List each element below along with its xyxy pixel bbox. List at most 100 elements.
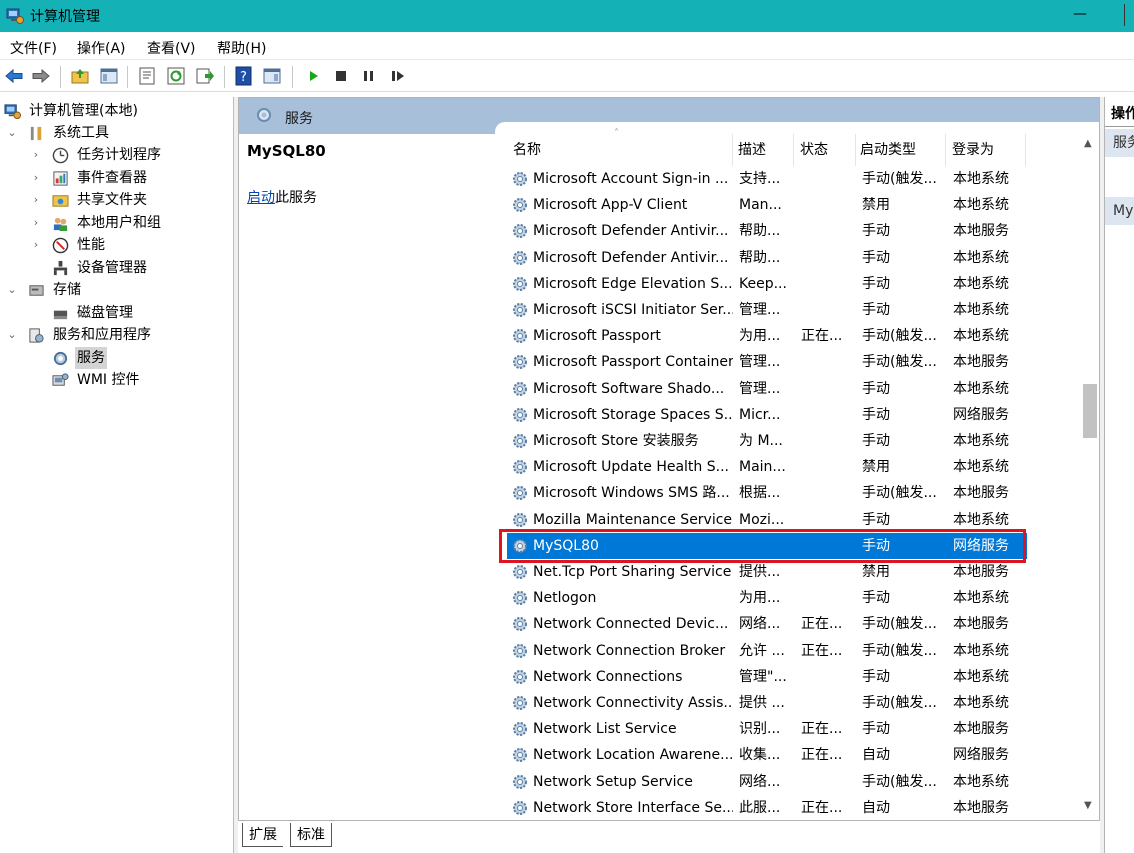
service-name: Network Connections bbox=[533, 668, 683, 685]
service-row[interactable]: Microsoft Windows SMS 路... 根据... 手动(触发... 本… bbox=[507, 480, 1027, 506]
service-row[interactable]: Microsoft Passport 为用... 正在... 手动(触发... 本地系统 bbox=[507, 323, 1027, 349]
scroll-up-icon[interactable]: ▲ bbox=[1084, 138, 1092, 149]
service-row[interactable]: Microsoft Update Health S... Main... 禁用 本地系… bbox=[507, 454, 1027, 480]
service-logon: 本地服务 bbox=[953, 616, 1009, 633]
chevron-down-icon[interactable]: ⌄ bbox=[6, 122, 18, 144]
service-row[interactable]: Mozilla Maintenance Service Mozi... 手动 本地系统 bbox=[507, 507, 1027, 533]
disk-icon bbox=[52, 305, 69, 322]
panel-title: 服务 bbox=[285, 111, 313, 127]
service-row[interactable]: Network Location Awarene... 收集... 正在... 自动 网… bbox=[507, 742, 1027, 768]
service-gear-icon bbox=[511, 170, 529, 188]
service-row[interactable]: Microsoft Store 安装服务 为 M... 手动 本地系统 bbox=[507, 428, 1027, 454]
menu-action[interactable]: 操作(A) bbox=[77, 38, 126, 58]
wmi-icon bbox=[52, 372, 69, 389]
menu-view[interactable]: 查看(V) bbox=[147, 38, 196, 58]
service-row[interactable]: Microsoft Defender Antivir... 帮助... 手动 本地系统 bbox=[507, 245, 1027, 271]
tab-standard[interactable]: 标准 bbox=[290, 823, 332, 847]
service-logon: 本地系统 bbox=[953, 171, 1009, 187]
storage-icon bbox=[28, 282, 45, 299]
view-tabs: 扩展 标准 bbox=[238, 821, 1100, 853]
service-startup-type: 手动 bbox=[862, 433, 890, 449]
scroll-thumb[interactable] bbox=[1083, 384, 1097, 438]
column-header-logon[interactable]: 登录为 bbox=[948, 134, 1026, 166]
performance-icon bbox=[52, 237, 69, 254]
service-row[interactable]: Net.Tcp Port Sharing Service 提供... 禁用 本地服务 bbox=[507, 559, 1027, 585]
chevron-down-icon[interactable]: ⌄ bbox=[6, 324, 18, 346]
show-hide-action-pane-icon[interactable] bbox=[262, 66, 282, 86]
column-header-status[interactable]: 状态 bbox=[796, 134, 856, 166]
service-row[interactable]: Microsoft Edge Elevation S... Keep... 手动 本地… bbox=[507, 271, 1027, 297]
service-description: 收集... bbox=[739, 747, 781, 764]
service-row[interactable]: Microsoft Defender Antivir... 帮助... 手动 本地服务 bbox=[507, 218, 1027, 244]
service-name: Microsoft Store 安装服务 bbox=[533, 433, 699, 449]
service-row[interactable]: Network Setup Service 网络... 手动(触发... 本地系统 bbox=[507, 769, 1027, 795]
maximize-button[interactable] bbox=[1124, 4, 1134, 26]
service-logon: 网络服务 bbox=[953, 537, 1009, 554]
service-gear-icon bbox=[511, 642, 529, 660]
chevron-right-icon[interactable]: › bbox=[30, 234, 42, 256]
service-row[interactable]: Microsoft App-V Client Man... 禁用 本地系统 bbox=[507, 192, 1027, 218]
service-row[interactable]: Microsoft Software Shado... 管理... 手动 本地系统 bbox=[507, 376, 1027, 402]
service-name: Network Connection Broker bbox=[533, 642, 726, 659]
help-icon[interactable]: ? bbox=[234, 66, 254, 86]
start-service-link[interactable]: 启动 bbox=[247, 190, 275, 206]
service-row[interactable]: Network List Service 识别... 正在... 手动 本地服务 bbox=[507, 716, 1027, 742]
tree-label: WMI 控件 bbox=[77, 372, 140, 388]
service-row[interactable]: Network Connections 管理"... 手动 本地系统 bbox=[507, 664, 1027, 690]
chevron-right-icon[interactable]: › bbox=[30, 167, 42, 189]
scroll-down-icon[interactable]: ▼ bbox=[1084, 800, 1092, 811]
service-name: Microsoft iSCSI Initiator Ser... bbox=[533, 302, 733, 318]
refresh-icon[interactable] bbox=[166, 66, 186, 86]
chevron-right-icon[interactable]: › bbox=[30, 144, 42, 166]
start-service-icon[interactable] bbox=[304, 66, 324, 86]
tab-extended[interactable]: 扩展 bbox=[242, 823, 283, 847]
service-description: 提供... bbox=[739, 564, 781, 580]
service-row[interactable]: Microsoft Account Sign-in ... 支持... 手动(触发.… bbox=[507, 166, 1027, 192]
column-header-startup-type[interactable]: 启动类型 bbox=[856, 134, 946, 166]
column-header-description[interactable]: 描述 bbox=[734, 134, 794, 166]
service-gear-icon bbox=[511, 615, 529, 633]
service-row[interactable]: Network Store Interface Se... 此服... 正在... 自… bbox=[507, 795, 1027, 820]
start-service-suffix: 此服务 bbox=[275, 190, 317, 206]
show-hide-tree-icon[interactable] bbox=[99, 66, 119, 86]
service-row[interactable]: Network Connected Devic... 网络... 正在... 手动(触… bbox=[507, 611, 1027, 637]
service-logon: 本地系统 bbox=[953, 459, 1009, 476]
restart-service-icon[interactable] bbox=[388, 66, 408, 86]
chevron-right-icon[interactable]: › bbox=[30, 189, 42, 211]
chevron-down-icon[interactable]: ⌄ bbox=[6, 279, 18, 301]
service-row[interactable]: Microsoft iSCSI Initiator Ser... 管理... 手动 本… bbox=[507, 297, 1027, 323]
users-icon bbox=[52, 215, 69, 232]
service-description: 管理... bbox=[739, 302, 781, 318]
service-name: Mozilla Maintenance Service bbox=[533, 511, 733, 528]
tree-label: 共享文件夹 bbox=[77, 192, 147, 208]
service-logon: 本地系统 bbox=[953, 197, 1009, 214]
tree-label: 服务 bbox=[75, 347, 107, 369]
service-row[interactable]: Network Connection Broker 允许 ... 正在... 手动(触… bbox=[507, 638, 1027, 664]
service-gear-icon bbox=[511, 222, 529, 240]
service-row[interactable]: MySQL80 手动 网络服务 bbox=[507, 532, 1027, 559]
forward-arrow-icon[interactable] bbox=[31, 66, 51, 86]
stop-service-icon[interactable] bbox=[331, 66, 351, 86]
back-arrow-icon[interactable] bbox=[4, 66, 24, 86]
actions-section-selected-service[interactable]: MySQL80 bbox=[1105, 197, 1134, 225]
service-gear-icon bbox=[511, 746, 529, 764]
column-header-name[interactable]: 名称 bbox=[509, 134, 733, 166]
service-startup-type: 手动(触发... bbox=[862, 328, 937, 345]
service-startup-type: 手动 bbox=[862, 275, 890, 292]
vertical-scrollbar[interactable]: ▲ ▼ bbox=[1081, 134, 1099, 820]
service-row[interactable]: Netlogon 为用... 手动 本地系统 bbox=[507, 585, 1027, 611]
chevron-right-icon[interactable]: › bbox=[30, 212, 42, 234]
service-row[interactable]: Microsoft Storage Spaces S... Micr... 手动 网络… bbox=[507, 402, 1027, 428]
service-row[interactable]: Network Connectivity Assis... 提供 ... 手动(触发… bbox=[507, 690, 1027, 716]
properties-icon[interactable] bbox=[137, 66, 157, 86]
menu-file[interactable]: 文件(F) bbox=[10, 38, 57, 58]
menu-help[interactable]: 帮助(H) bbox=[217, 38, 266, 58]
actions-section-services[interactable]: 服务 bbox=[1105, 129, 1134, 157]
up-folder-icon[interactable] bbox=[70, 66, 90, 86]
pause-service-icon[interactable] bbox=[359, 66, 379, 86]
service-row[interactable]: Microsoft Passport Container 管理... 手动(触发..… bbox=[507, 349, 1027, 375]
minimize-button[interactable]: — bbox=[1068, 0, 1092, 32]
service-status: 正在... bbox=[801, 747, 843, 764]
service-description: 为用... bbox=[739, 590, 781, 607]
export-list-icon[interactable] bbox=[195, 66, 215, 86]
